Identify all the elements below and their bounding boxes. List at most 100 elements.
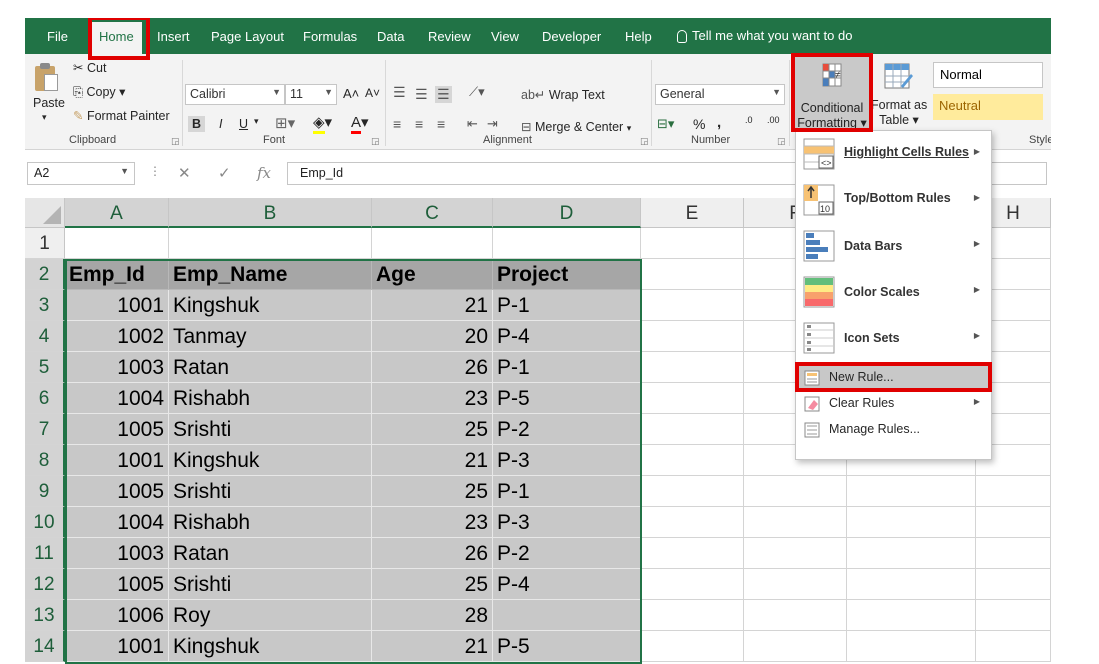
row-header[interactable]: 11 — [25, 538, 65, 569]
cell-C7[interactable]: 25 — [372, 414, 493, 445]
cell-C14[interactable]: 21 — [372, 631, 493, 662]
cell-A6[interactable]: 1004 — [65, 383, 169, 414]
menu-item-data-bars[interactable]: Data Bars ▶ — [796, 223, 991, 269]
tab-file[interactable]: File — [45, 18, 70, 54]
confirm-entry-icon[interactable]: ✓ — [218, 164, 231, 182]
cell-C9[interactable]: 25 — [372, 476, 493, 507]
menu-item-clear-rules[interactable]: Clear Rules ▶ — [796, 391, 991, 417]
cell-E5[interactable] — [641, 352, 744, 383]
cell-A11[interactable]: 1003 — [65, 538, 169, 569]
select-all-corner[interactable] — [25, 198, 65, 228]
row-header[interactable]: 6 — [25, 383, 65, 414]
row-header[interactable]: 8 — [25, 445, 65, 476]
row-header[interactable]: 9 — [25, 476, 65, 507]
row-header[interactable]: 3 — [25, 290, 65, 321]
cell-G12[interactable] — [847, 569, 976, 600]
conditional-formatting-button[interactable]: ≠ Conditional Formatting ▾ — [793, 56, 871, 130]
font-launcher-icon[interactable]: ◲ — [371, 136, 380, 147]
comma-button[interactable]: , — [717, 114, 721, 131]
cell-A8[interactable]: 1001 — [65, 445, 169, 476]
percent-button[interactable]: % — [693, 116, 705, 132]
cell-B14[interactable]: Kingshuk — [169, 631, 372, 662]
cell-B11[interactable]: Ratan — [169, 538, 372, 569]
cell-D3[interactable]: P-1 — [493, 290, 641, 321]
cell-A12[interactable]: 1005 — [65, 569, 169, 600]
cell-A2[interactable]: Emp_Id — [65, 259, 169, 290]
column-header[interactable]: A — [65, 198, 169, 228]
cell-B6[interactable]: Rishabh — [169, 383, 372, 414]
cell-B13[interactable]: Roy — [169, 600, 372, 631]
tell-me-search[interactable]: Tell me what you want to do — [675, 18, 854, 54]
cell-F11[interactable] — [744, 538, 847, 569]
clipboard-launcher-icon[interactable]: ◲ — [171, 136, 180, 147]
underline-dropdown-icon[interactable]: ▾ — [254, 116, 259, 127]
cell-B5[interactable]: Ratan — [169, 352, 372, 383]
number-launcher-icon[interactable]: ◲ — [777, 136, 786, 147]
cell-G10[interactable] — [847, 507, 976, 538]
cell-D11[interactable]: P-2 — [493, 538, 641, 569]
middle-align-icon[interactable]: ☰ — [415, 86, 428, 103]
decrease-decimal-button[interactable]: .00 — [767, 116, 780, 125]
cancel-entry-icon[interactable]: ✕ — [178, 164, 191, 182]
alignment-launcher-icon[interactable]: ◲ — [640, 136, 649, 147]
cell-E4[interactable] — [641, 321, 744, 352]
cell-F12[interactable] — [744, 569, 847, 600]
tab-review[interactable]: Review — [426, 18, 473, 54]
tab-home[interactable]: Home — [91, 22, 142, 58]
cell-E2[interactable] — [641, 259, 744, 290]
cell-G13[interactable] — [847, 600, 976, 631]
cell-C3[interactable]: 21 — [372, 290, 493, 321]
font-size-combo[interactable]: 11 ▼ — [285, 84, 337, 105]
grow-font-button[interactable]: A˄ — [343, 86, 359, 101]
cell-G14[interactable] — [847, 631, 976, 662]
cell-B3[interactable]: Kingshuk — [169, 290, 372, 321]
cell-D12[interactable]: P-4 — [493, 569, 641, 600]
row-header[interactable]: 5 — [25, 352, 65, 383]
cell-H9[interactable] — [976, 476, 1051, 507]
cell-D1[interactable] — [493, 228, 641, 259]
name-box[interactable]: A2 ▼ — [27, 162, 135, 185]
orientation-icon[interactable]: ⟋▾ — [469, 84, 485, 100]
format-as-table-button[interactable]: Format as Table ▾ — [871, 98, 927, 127]
cell-D14[interactable]: P-5 — [493, 631, 641, 662]
merge-center-button[interactable]: ⊟ Merge & Center ▾ — [521, 119, 631, 134]
cell-C4[interactable]: 20 — [372, 321, 493, 352]
borders-icon[interactable]: ⊞▾ — [275, 114, 295, 132]
cell-F13[interactable] — [744, 600, 847, 631]
tab-page-layout[interactable]: Page Layout — [209, 18, 286, 54]
row-header[interactable]: 14 — [25, 631, 65, 662]
cell-A14[interactable]: 1001 — [65, 631, 169, 662]
cell-E10[interactable] — [641, 507, 744, 538]
fill-color-icon[interactable]: ◈▾ — [313, 113, 332, 134]
cell-B8[interactable]: Kingshuk — [169, 445, 372, 476]
row-header[interactable]: 2 — [25, 259, 65, 290]
cell-A9[interactable]: 1005 — [65, 476, 169, 507]
cell-G11[interactable] — [847, 538, 976, 569]
cell-H11[interactable] — [976, 538, 1051, 569]
cell-F9[interactable] — [744, 476, 847, 507]
cell-D2[interactable]: Project — [493, 259, 641, 290]
cell-E14[interactable] — [641, 631, 744, 662]
align-center-icon[interactable]: ≡ — [415, 116, 423, 132]
cell-E6[interactable] — [641, 383, 744, 414]
menu-item-icon-sets[interactable]: Icon Sets ▶ — [796, 315, 991, 361]
paste-button[interactable]: Paste — [33, 96, 65, 110]
cell-C6[interactable]: 23 — [372, 383, 493, 414]
row-header[interactable]: 12 — [25, 569, 65, 600]
cell-E8[interactable] — [641, 445, 744, 476]
bottom-align-icon[interactable]: ☰ — [435, 86, 452, 103]
cell-D4[interactable]: P-4 — [493, 321, 641, 352]
menu-item-new-rule[interactable]: New Rule... — [796, 365, 991, 391]
cell-E7[interactable] — [641, 414, 744, 445]
cell-C11[interactable]: 26 — [372, 538, 493, 569]
cell-A13[interactable]: 1006 — [65, 600, 169, 631]
font-name-combo[interactable]: Calibri ▼ — [185, 84, 285, 105]
menu-item-top-bottom-rules[interactable]: 10 Top/Bottom Rules ▶ — [796, 177, 991, 223]
paste-dropdown-icon[interactable]: ▾ — [42, 112, 47, 123]
cell-A1[interactable] — [65, 228, 169, 259]
cell-A4[interactable]: 1002 — [65, 321, 169, 352]
cell-C12[interactable]: 25 — [372, 569, 493, 600]
cell-D9[interactable]: P-1 — [493, 476, 641, 507]
cell-B12[interactable]: Srishti — [169, 569, 372, 600]
cell-H12[interactable] — [976, 569, 1051, 600]
